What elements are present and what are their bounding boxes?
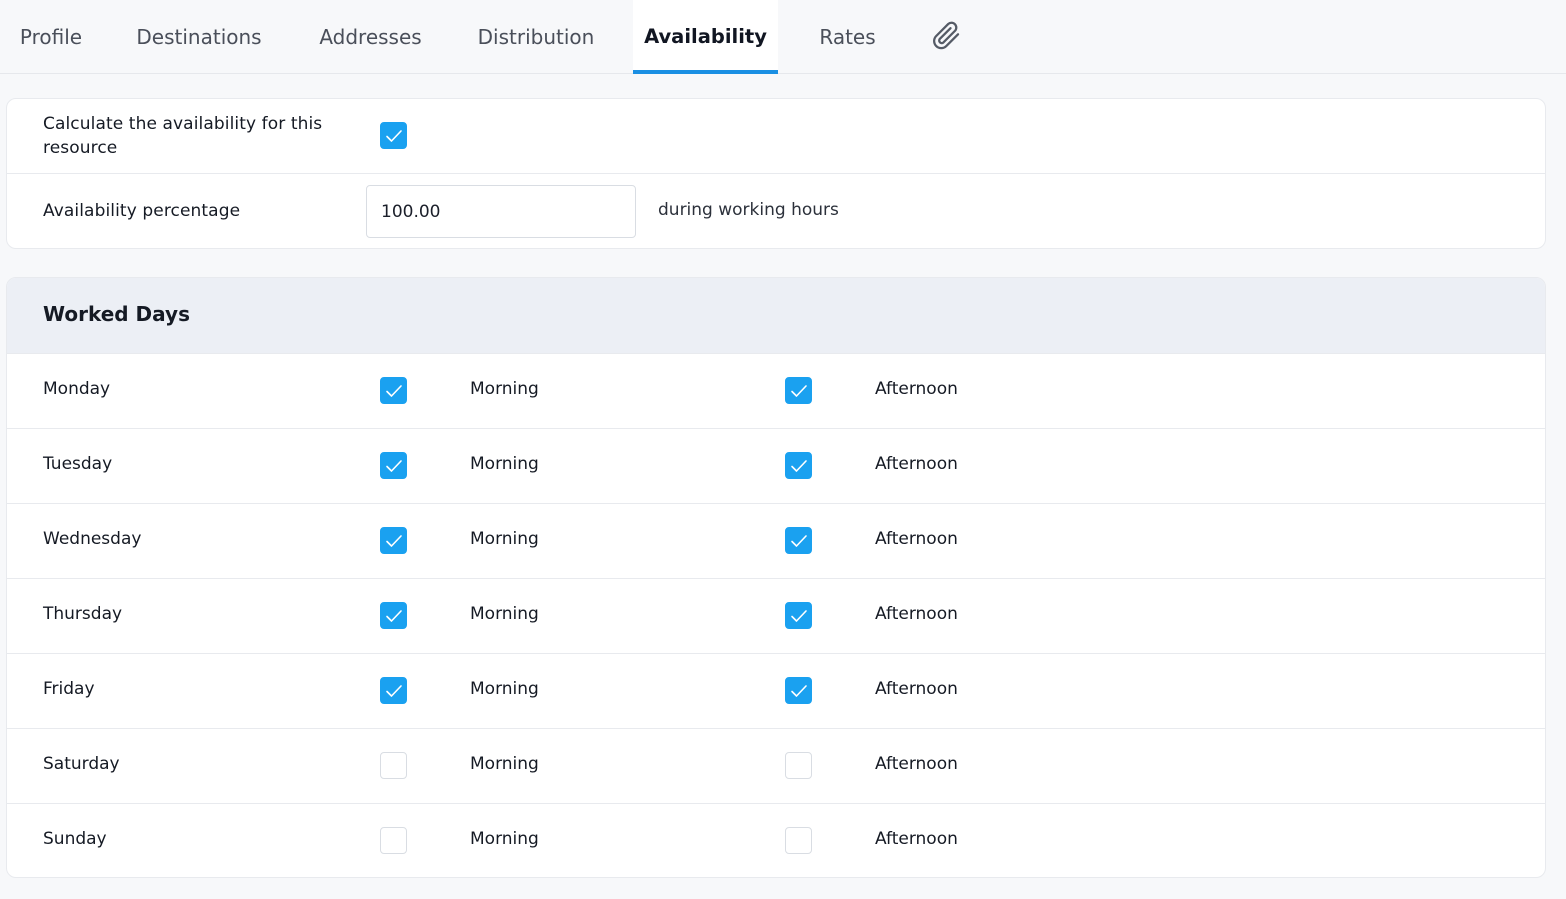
morning-label: Morning — [470, 529, 539, 549]
afternoon-checkbox[interactable] — [785, 827, 812, 854]
worked-days-card: Worked Days Monday Morning Afternoon Tuesda… — [6, 277, 1546, 878]
availability-percentage-row: Availability percentage during working h… — [7, 174, 1545, 250]
morning-checkbox[interactable] — [380, 452, 407, 479]
check-icon — [385, 609, 402, 622]
afternoon-label: Afternoon — [875, 529, 958, 549]
morning-label: Morning — [470, 454, 539, 474]
morning-checkbox[interactable] — [380, 377, 407, 404]
day-label: Friday — [43, 679, 95, 699]
paperclip-icon[interactable] — [929, 18, 963, 52]
check-icon — [385, 384, 402, 397]
tab-addresses[interactable]: Addresses — [298, 0, 443, 73]
morning-label: Morning — [470, 679, 539, 699]
morning-label: Morning — [470, 829, 539, 849]
afternoon-checkbox[interactable] — [785, 677, 812, 704]
afternoon-checkbox[interactable] — [785, 752, 812, 779]
tab-bar: Profile Destinations Addresses Distribut… — [0, 0, 1566, 74]
day-label: Monday — [43, 379, 111, 399]
worked-days-header: Worked Days — [7, 278, 1545, 353]
afternoon-checkbox[interactable] — [785, 452, 812, 479]
morning-checkbox[interactable] — [380, 527, 407, 554]
calculate-availability-label: Calculate the availability for this reso… — [43, 114, 323, 158]
check-icon — [790, 384, 807, 397]
day-label: Sunday — [43, 829, 107, 849]
afternoon-label: Afternoon — [875, 604, 958, 624]
tab-destinations[interactable]: Destinations — [118, 0, 280, 73]
day-row-thursday: Thursday Morning Afternoon — [7, 578, 1545, 653]
day-row-tuesday: Tuesday Morning Afternoon — [7, 428, 1545, 503]
check-icon — [790, 684, 807, 697]
calculate-availability-row: Calculate the availability for this reso… — [7, 99, 1545, 174]
morning-checkbox[interactable] — [380, 677, 407, 704]
afternoon-label: Afternoon — [875, 754, 958, 774]
afternoon-label: Afternoon — [875, 379, 958, 399]
check-icon — [385, 459, 402, 472]
afternoon-checkbox[interactable] — [785, 377, 812, 404]
worked-days-title: Worked Days — [43, 302, 190, 326]
day-label: Saturday — [43, 754, 120, 774]
day-row-sunday: Sunday Morning Afternoon — [7, 803, 1545, 877]
afternoon-label: Afternoon — [875, 679, 958, 699]
check-icon — [790, 459, 807, 472]
availability-percentage-label: Availability percentage — [43, 201, 241, 221]
availability-settings-card: Calculate the availability for this reso… — [6, 98, 1546, 249]
day-row-friday: Friday Morning Afternoon — [7, 653, 1545, 728]
tab-distribution[interactable]: Distribution — [462, 0, 610, 73]
morning-checkbox[interactable] — [380, 602, 407, 629]
afternoon-checkbox[interactable] — [785, 602, 812, 629]
day-label: Wednesday — [43, 529, 142, 549]
check-icon — [790, 609, 807, 622]
day-label: Tuesday — [43, 454, 113, 474]
tab-profile[interactable]: Profile — [0, 0, 102, 73]
calculate-availability-checkbox[interactable] — [380, 122, 407, 149]
percentage-suffix-text: during working hours — [658, 200, 839, 220]
morning-label: Morning — [470, 754, 539, 774]
morning-label: Morning — [470, 604, 539, 624]
afternoon-label: Afternoon — [875, 454, 958, 474]
check-icon — [385, 534, 402, 547]
tab-rates[interactable]: Rates — [800, 0, 895, 73]
day-row-wednesday: Wednesday Morning Afternoon — [7, 503, 1545, 578]
morning-checkbox[interactable] — [380, 752, 407, 779]
day-row-monday: Monday Morning Afternoon — [7, 353, 1545, 428]
afternoon-checkbox[interactable] — [785, 527, 812, 554]
availability-percentage-input[interactable] — [366, 185, 636, 238]
day-label: Thursday — [43, 604, 123, 624]
morning-label: Morning — [470, 379, 539, 399]
afternoon-label: Afternoon — [875, 829, 958, 849]
check-icon — [385, 684, 402, 697]
tab-availability[interactable]: Availability — [633, 0, 778, 74]
day-row-saturday: Saturday Morning Afternoon — [7, 728, 1545, 803]
check-icon — [385, 129, 402, 142]
check-icon — [790, 534, 807, 547]
morning-checkbox[interactable] — [380, 827, 407, 854]
